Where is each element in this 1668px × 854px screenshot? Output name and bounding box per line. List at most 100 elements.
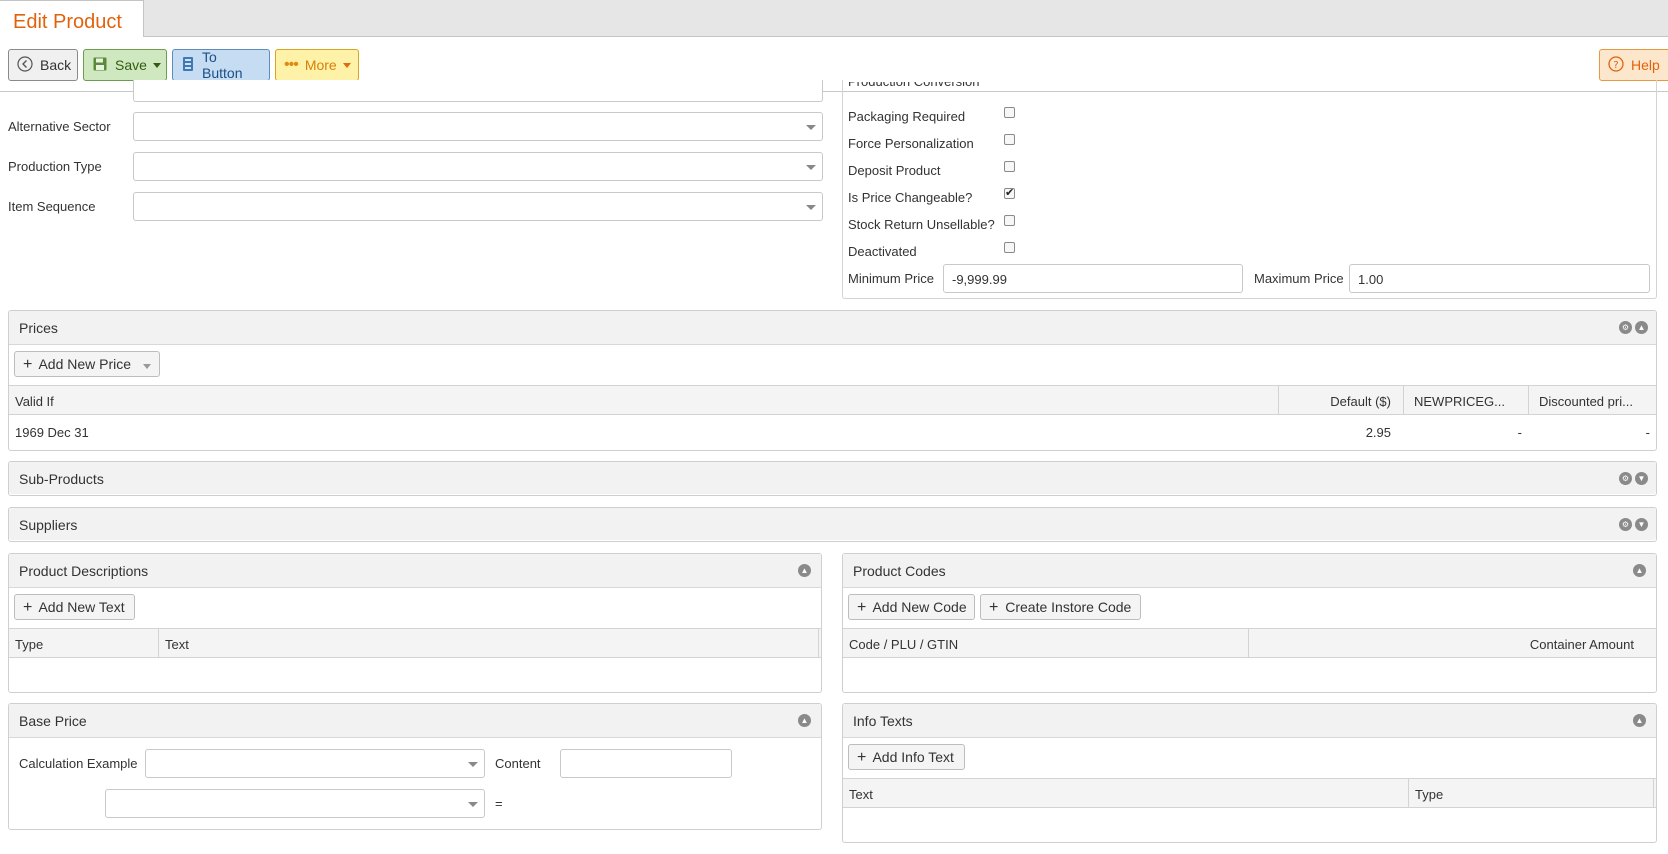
is-price-changeable-label: Is Price Changeable?	[848, 190, 973, 205]
plus-icon: +	[23, 599, 33, 616]
tab-strip: Edit Product	[0, 0, 1668, 38]
plus-icon: +	[857, 749, 867, 766]
more-button-label: More	[304, 57, 337, 73]
button-grid-icon	[181, 56, 195, 75]
item-sequence-label: Item Sequence	[8, 199, 96, 214]
deactivated-checkbox[interactable]	[1004, 242, 1015, 253]
column-discounted-price[interactable]: Discounted pri...	[1529, 386, 1654, 415]
minimum-price-input[interactable]: -9,999.99	[943, 264, 1243, 293]
product-codes-panel: Product Codes ▲ + Add New Code + Create …	[842, 553, 1657, 693]
production-type-select[interactable]	[133, 152, 823, 181]
expand-icon[interactable]: ▼	[1635, 518, 1648, 531]
svg-text:?: ?	[1613, 60, 1618, 71]
maximum-price-input[interactable]: 1.00	[1349, 264, 1650, 293]
back-arrow-icon	[17, 55, 33, 75]
sub-products-panel-header[interactable]: Sub-Products ⚙ ▼	[9, 462, 1656, 494]
column-newpriceg[interactable]: NEWPRICEG...	[1404, 386, 1529, 415]
ellipsis-icon: •••	[284, 56, 299, 73]
column-container-amount[interactable]: Container Amount	[1249, 629, 1656, 658]
create-instore-code-label: Create Instore Code	[1005, 599, 1132, 615]
add-new-code-button[interactable]: + Add New Code	[848, 594, 975, 620]
sub-products-panel: Sub-Products ⚙ ▼	[8, 461, 1657, 496]
alternative-sector-select[interactable]	[133, 112, 823, 141]
newprice-cell: -	[1517, 425, 1522, 440]
more-button[interactable]: ••• More	[275, 49, 359, 81]
add-new-text-button[interactable]: + Add New Text	[14, 594, 135, 620]
settings-icon[interactable]: ⚙	[1619, 472, 1632, 485]
column-text[interactable]: Text	[159, 629, 819, 658]
chevron-down-icon	[806, 165, 816, 170]
suppliers-panel: Suppliers ⚙ ▼	[8, 507, 1657, 542]
info-texts-grid-header: Text Type	[843, 778, 1656, 808]
save-button[interactable]: Save	[83, 49, 167, 81]
help-button[interactable]: ? Help	[1599, 49, 1668, 81]
is-price-changeable-checkbox[interactable]	[1004, 186, 1015, 199]
item-sequence-select[interactable]	[133, 192, 823, 221]
back-button[interactable]: Back	[8, 49, 78, 81]
cut-off-field[interactable]	[133, 80, 823, 102]
column-text[interactable]: Text	[843, 779, 1409, 808]
chevron-down-icon	[806, 125, 816, 130]
deactivated-label: Deactivated	[848, 244, 917, 259]
add-new-price-button[interactable]: + Add New Price	[14, 351, 160, 377]
plus-icon: +	[989, 599, 999, 616]
column-type[interactable]: Type	[1409, 779, 1654, 808]
force-personalization-checkbox[interactable]	[1004, 134, 1015, 145]
collapse-icon[interactable]: ▲	[1633, 714, 1646, 727]
table-row[interactable]: 1969 Dec 31 2.95 - -	[9, 416, 1656, 446]
prices-grid-header: Valid If Default ($) NEWPRICEG... Discou…	[9, 385, 1656, 415]
product-codes-panel-header[interactable]: Product Codes ▲	[843, 554, 1656, 588]
column-valid-if[interactable]: Valid If	[9, 386, 1279, 415]
info-texts-panel-header[interactable]: Info Texts ▲	[843, 704, 1656, 738]
discounted-price-cell: -	[1645, 425, 1650, 440]
suppliers-title: Suppliers	[19, 517, 78, 533]
collapse-icon[interactable]: ▲	[1635, 321, 1648, 334]
expand-icon[interactable]: ▼	[1635, 472, 1648, 485]
tab-edit-product[interactable]: Edit Product	[0, 0, 144, 38]
prices-panel: Prices ⚙ ▲ + Add New Price Valid If Defa…	[8, 310, 1657, 451]
maximum-price-label: Maximum Price	[1254, 271, 1344, 286]
valid-if-cell: 1969 Dec 31	[15, 425, 89, 440]
info-texts-panel: Info Texts ▲ + Add Info Text Text Type	[842, 703, 1657, 843]
add-new-code-label: Add New Code	[872, 599, 967, 615]
collapse-icon[interactable]: ▲	[1633, 564, 1646, 577]
equals-sign: =	[495, 796, 503, 811]
packaging-required-checkbox[interactable]	[1004, 107, 1015, 118]
column-type[interactable]: Type	[9, 629, 159, 658]
create-instore-code-button[interactable]: + Create Instore Code	[980, 594, 1141, 620]
base-price-panel-header[interactable]: Base Price ▲	[9, 704, 821, 738]
add-new-text-label: Add New Text	[38, 599, 125, 615]
add-info-text-button[interactable]: + Add Info Text	[848, 744, 965, 770]
product-descriptions-title: Product Descriptions	[19, 563, 149, 579]
to-button-button[interactable]: To Button	[172, 49, 270, 81]
settings-icon[interactable]: ⚙	[1619, 321, 1632, 334]
deposit-product-checkbox[interactable]	[1004, 161, 1015, 172]
chevron-down-icon	[468, 762, 478, 767]
product-codes-grid-header: Code / PLU / GTIN Container Amount	[843, 628, 1656, 658]
force-personalization-label: Force Personalization	[848, 136, 974, 151]
info-texts-title: Info Texts	[853, 713, 913, 729]
suppliers-panel-header[interactable]: Suppliers ⚙ ▼	[9, 508, 1656, 540]
cut-off-label: Production Conversion	[848, 82, 980, 92]
stock-return-unsellable-checkbox[interactable]	[1004, 215, 1015, 226]
back-button-label: Back	[40, 57, 72, 73]
base-unit-select[interactable]	[105, 789, 485, 818]
column-default[interactable]: Default ($)	[1279, 386, 1404, 415]
content-input[interactable]	[560, 749, 732, 778]
to-button-label: To Button	[202, 49, 243, 81]
prices-panel-header[interactable]: Prices ⚙ ▲	[9, 311, 1656, 345]
calculation-example-select[interactable]	[145, 749, 485, 778]
collapse-icon[interactable]: ▲	[798, 714, 811, 727]
minimum-price-label: Minimum Price	[848, 271, 934, 286]
packaging-required-label: Packaging Required	[848, 109, 966, 124]
sub-products-title: Sub-Products	[19, 471, 104, 487]
alternative-sector-label: Alternative Sector	[8, 119, 111, 134]
default-price-cell: 2.95	[1365, 425, 1391, 440]
product-descriptions-panel-header[interactable]: Product Descriptions ▲	[9, 554, 821, 588]
chevron-down-icon	[142, 364, 151, 369]
product-descriptions-grid-header: Type Text	[9, 628, 821, 658]
column-code-plu-gtin[interactable]: Code / PLU / GTIN	[843, 629, 1249, 658]
collapse-icon[interactable]: ▲	[798, 564, 811, 577]
stock-return-unsellable-label: Stock Return Unsellable?	[848, 217, 995, 232]
settings-icon[interactable]: ⚙	[1619, 518, 1632, 531]
